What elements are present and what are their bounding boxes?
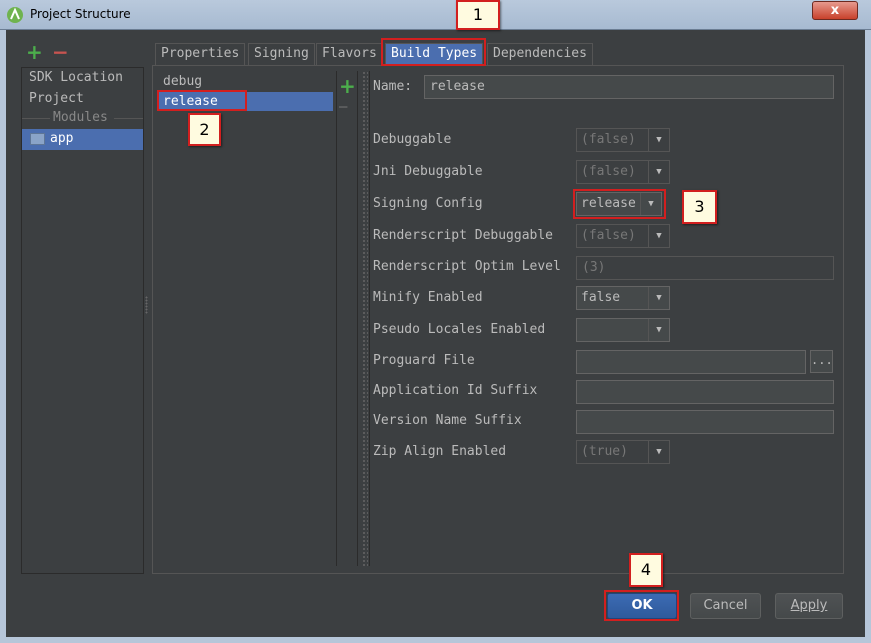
renderscript-debuggable-value: (false)	[581, 228, 636, 243]
pseudo-locales-enabled-combo[interactable]: ▼	[576, 318, 670, 342]
zip-align-enabled-combo[interactable]: (true) ▼	[576, 440, 670, 464]
zip-align-enabled-label: Zip Align Enabled	[373, 444, 507, 459]
tab-flavors[interactable]: Flavors	[316, 43, 383, 65]
version-name-suffix-field[interactable]	[576, 410, 834, 434]
jni-debuggable-label: Jni Debuggable	[373, 164, 483, 179]
modules-separator: Modules	[22, 110, 143, 125]
debuggable-label: Debuggable	[373, 132, 452, 147]
sidebar-item-sdk-location[interactable]: SDK Location	[29, 70, 123, 85]
name-label: Name:	[373, 79, 413, 94]
renderscript-optim-level-field[interactable]: (3)	[576, 256, 834, 280]
signing-config-label: Signing Config	[373, 196, 483, 211]
version-name-suffix-label: Version Name Suffix	[373, 413, 522, 428]
callout-4: 4	[629, 553, 663, 587]
sidebar-item-project[interactable]: Project	[29, 91, 84, 106]
debuggable-combo[interactable]: (false) ▼	[576, 128, 670, 152]
chevron-down-icon: ▼	[648, 161, 669, 183]
add-module-button[interactable]: +	[26, 40, 43, 64]
browse-button[interactable]: ...	[810, 350, 833, 373]
panel-splitter[interactable]	[362, 71, 368, 566]
callout-1: 1	[456, 0, 500, 30]
build-types-list	[158, 71, 335, 566]
chevron-down-icon: ▼	[648, 225, 669, 247]
proguard-file-label: Proguard File	[373, 353, 475, 368]
renderscript-debuggable-label: Renderscript Debuggable	[373, 228, 554, 243]
highlight-ok-button	[604, 590, 679, 621]
proguard-file-field[interactable]	[576, 350, 806, 374]
android-studio-icon	[7, 7, 23, 23]
minify-enabled-label: Minify Enabled	[373, 290, 483, 305]
minify-enabled-combo[interactable]: false ▼	[576, 286, 670, 310]
callout-2: 2	[188, 113, 221, 146]
sidebar-item-app[interactable]: app	[22, 129, 143, 150]
module-folder-icon	[30, 133, 45, 145]
close-button[interactable]: x	[812, 1, 858, 20]
remove-build-type-button[interactable]: —	[339, 99, 347, 115]
renderscript-optim-level-label: Renderscript Optim Level	[373, 259, 561, 274]
splitter-handle[interactable]	[145, 296, 148, 314]
chevron-down-icon: ▼	[648, 441, 669, 463]
chevron-down-icon: ▼	[648, 129, 669, 151]
chevron-down-icon: ▼	[648, 287, 669, 309]
add-build-type-button[interactable]: +	[339, 74, 356, 98]
application-id-suffix-label: Application Id Suffix	[373, 383, 538, 398]
highlight-build-types-tab	[381, 38, 486, 66]
jni-debuggable-value: (false)	[581, 164, 636, 179]
application-id-suffix-field[interactable]	[576, 380, 834, 404]
tab-properties[interactable]: Properties	[155, 43, 246, 65]
name-field[interactable]: release	[424, 75, 834, 99]
renderscript-debuggable-combo[interactable]: (false) ▼	[576, 224, 670, 248]
build-type-debug[interactable]: debug	[158, 72, 333, 91]
list-toolbar	[336, 71, 358, 566]
debuggable-value: (false)	[581, 132, 636, 147]
highlight-signing-config	[573, 189, 666, 219]
chevron-down-icon: ▼	[648, 319, 669, 341]
modules-section-label: Modules	[53, 110, 108, 125]
window-title: Project Structure	[30, 7, 131, 21]
highlight-release-item	[157, 90, 247, 111]
callout-3: 3	[682, 190, 717, 224]
cancel-button[interactable]: Cancel	[690, 593, 761, 619]
tab-dependencies[interactable]: Dependencies	[487, 43, 593, 65]
jni-debuggable-combo[interactable]: (false) ▼	[576, 160, 670, 184]
tab-signing[interactable]: Signing	[248, 43, 315, 65]
module-label: app	[50, 131, 74, 146]
apply-button[interactable]: Apply	[775, 593, 843, 619]
remove-module-button[interactable]: −	[52, 40, 69, 64]
minify-enabled-value: false	[581, 290, 621, 305]
zip-align-enabled-value: (true)	[581, 444, 628, 459]
pseudo-locales-enabled-label: Pseudo Locales Enabled	[373, 322, 546, 337]
